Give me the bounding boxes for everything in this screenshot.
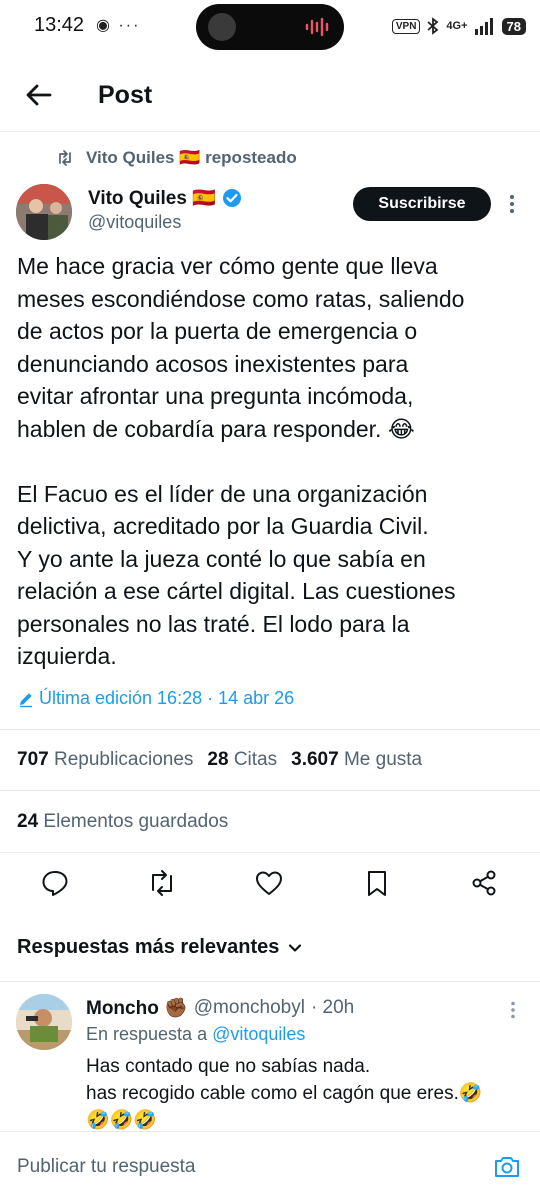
stats-divider-bottom	[0, 852, 540, 853]
reply-context: En respuesta a @vitoquiles	[86, 1024, 306, 1044]
reply-line: has recogido cable como el cagón que ere…	[86, 1083, 483, 1104]
reply-mention-link[interactable]: @vitoquiles	[212, 1024, 305, 1044]
back-arrow-icon[interactable]	[22, 78, 56, 112]
repost-icon	[59, 150, 71, 166]
reply-line: Has contado que no sabías nada.	[86, 1056, 371, 1077]
author-avatar[interactable]	[16, 184, 72, 240]
replies-sort-label: Respuestas más relevantes	[17, 936, 280, 958]
reply-timestamp: · 20h	[310, 997, 355, 1018]
post-line: izquierda.	[17, 643, 117, 669]
post-line: denunciando acosos inexistentes para	[17, 350, 409, 377]
replies-sort-dropdown[interactable]: Respuestas más relevantes	[17, 936, 303, 959]
repost-indicator[interactable]: Vito Quiles 🇪🇸 reposteado	[56, 148, 297, 168]
reply-avatar-image	[16, 994, 72, 1050]
reply-more-options-icon[interactable]	[507, 1000, 519, 1020]
battery-level: 78	[501, 17, 526, 35]
subscribe-button[interactable]: Suscribirse	[353, 187, 491, 221]
reply-input-placeholder[interactable]: Publicar tu respuesta	[17, 1156, 196, 1178]
like-heart-icon[interactable]	[254, 868, 284, 898]
reply-author-handle[interactable]: @monchobyl	[194, 997, 305, 1019]
post-line: delictiva, acreditado por la Guardia Civ…	[17, 513, 429, 539]
post-line: relación a ese cártel digital. Las cuest…	[17, 578, 456, 604]
engagement-stats: 707 Republicaciones 28 Citas 3.607 Me gu…	[17, 749, 422, 771]
chevron-down-icon	[289, 943, 302, 952]
author-name-row[interactable]: Vito Quiles 🇪🇸	[88, 186, 242, 210]
edit-pencil-icon	[20, 692, 32, 707]
post-line: Me hace gracia ver cómo gente que lleva	[17, 253, 438, 279]
dynamic-island	[196, 4, 344, 50]
post-line: de actos por la puerta de emergencia o	[17, 318, 418, 344]
quotes-stat[interactable]: 28 Citas	[207, 749, 277, 771]
stats-divider-mid	[0, 790, 540, 791]
reply-text: Has contado que no sabías nada. has reco…	[86, 1053, 526, 1134]
edit-history-text: Última edición 16:28 · 14 abr 26	[39, 688, 295, 708]
post-line: hablen de cobardía para responder. 😂	[17, 415, 415, 442]
island-avatar	[208, 13, 236, 41]
camera-icon[interactable]	[492, 1152, 522, 1182]
more-options-icon[interactable]	[505, 192, 519, 216]
top-app-bar: Post	[0, 62, 540, 130]
verified-badge-icon	[222, 189, 241, 207]
post-line: meses escondiéndose como ratas, saliendo	[17, 285, 465, 312]
status-time: 13:42	[34, 14, 85, 36]
reply-icon[interactable]	[40, 868, 70, 898]
post-line: Y yo ante la jueza conté lo que sabía en	[17, 545, 426, 572]
post-line: El Facuo es el líder de una organización	[17, 480, 428, 507]
author-avatar-image	[16, 184, 72, 240]
post-actions-bar	[0, 864, 540, 904]
bookmark-icon[interactable]	[362, 868, 392, 898]
bluetooth-icon	[427, 17, 439, 35]
status-right: VPN 4G+ 78	[391, 14, 526, 38]
reply-header[interactable]: Moncho ✊🏾 @monchobyl · 20h	[86, 996, 354, 1020]
network-type: 4G+	[446, 20, 468, 32]
post-line: evitar afrontar una pregunta incómoda,	[17, 383, 414, 409]
vpn-badge: VPN	[391, 18, 421, 34]
reposts-stat[interactable]: 707 Republicaciones	[17, 749, 193, 771]
audio-wave-icon	[305, 17, 329, 37]
author-handle[interactable]: @vitoquiles	[88, 212, 181, 233]
bookmarks-stat[interactable]: 24 Elementos guardados	[17, 811, 228, 833]
post-line: personales no las traté. El lodo para la	[17, 610, 410, 637]
stats-divider-top	[0, 729, 540, 730]
author-name[interactable]: Vito Quiles 🇪🇸	[88, 186, 216, 210]
reply-author-name[interactable]: Moncho ✊🏾	[86, 996, 188, 1020]
repost-action-icon[interactable]	[147, 868, 177, 898]
reply-avatar[interactable]	[16, 994, 72, 1050]
page-title: Post	[98, 81, 153, 109]
header-divider	[0, 131, 540, 132]
repost-text: Vito Quiles 🇪🇸 reposteado	[86, 148, 297, 167]
signal-icon	[474, 18, 493, 35]
status-bar: 13:42 ◉ ··· VPN 4G+ 78	[0, 0, 540, 56]
likes-stat[interactable]: 3.607 Me gusta	[291, 749, 422, 771]
replies-divider	[0, 981, 540, 982]
edit-history-link[interactable]: Última edición 16:28 · 14 abr 26	[17, 688, 294, 709]
post-text: Me hace gracia ver cómo gente que lleva …	[17, 250, 529, 673]
reply-composer[interactable]: Publicar tu respuesta	[0, 1131, 540, 1200]
share-icon[interactable]	[469, 868, 499, 898]
reply-line: 🤣🤣🤣	[86, 1110, 157, 1131]
notification-icons: ◉ ···	[96, 17, 141, 34]
